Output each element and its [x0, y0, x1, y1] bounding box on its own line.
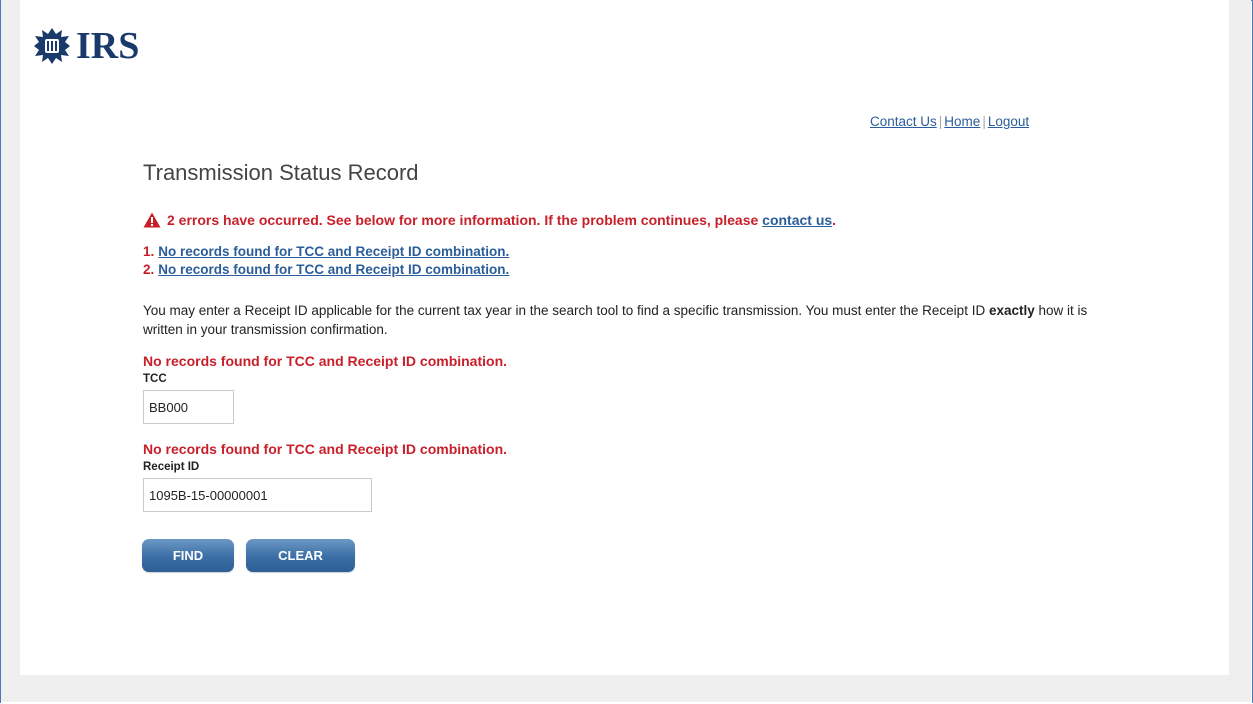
- instructions-text: You may enter a Receipt ID applicable fo…: [143, 301, 1103, 339]
- instructions-emphasis: exactly: [988, 303, 1035, 318]
- error-number: 2.: [143, 262, 155, 277]
- receipt-id-input[interactable]: [143, 478, 372, 512]
- receipt-id-label: Receipt ID: [143, 461, 200, 473]
- logout-link[interactable]: Logout: [988, 114, 1029, 129]
- error-list-item: 1. No records found for TCC and Receipt I…: [143, 244, 509, 262]
- clear-button[interactable]: CLEAR: [246, 539, 355, 572]
- error-summary: 2 errors have occurred. See below for mo…: [143, 212, 836, 228]
- irs-logo-text: IRS: [76, 25, 140, 67]
- home-link[interactable]: Home: [944, 114, 980, 129]
- irs-eagle-icon: [34, 28, 70, 64]
- error-list: 1. No records found for TCC and Receipt I…: [143, 244, 509, 280]
- receipt-id-error-message: No records found for TCC and Receipt ID …: [143, 441, 508, 457]
- header-links: Contact Us | Home | Logout: [870, 114, 1029, 129]
- error-summary-text: 2 errors have occurred. See below for mo…: [167, 212, 759, 228]
- instructions-part: You may enter a Receipt ID applicable fo…: [143, 303, 989, 318]
- contact-us-link[interactable]: Contact Us: [870, 114, 937, 129]
- find-button[interactable]: FIND: [142, 539, 234, 572]
- tcc-input[interactable]: [143, 390, 234, 424]
- tcc-error-message: No records found for TCC and Receipt ID …: [143, 353, 508, 369]
- irs-logo[interactable]: IRS: [32, 24, 139, 68]
- error-summary-period: .: [832, 212, 837, 228]
- page-title: Transmission Status Record: [143, 160, 419, 185]
- contact-us-inline-link[interactable]: contact us: [762, 212, 832, 228]
- error-number: 1.: [143, 244, 155, 259]
- error-link[interactable]: No records found for TCC and Receipt ID …: [158, 244, 509, 259]
- error-list-item: 2. No records found for TCC and Receipt I…: [143, 262, 509, 280]
- link-separator: |: [982, 114, 986, 129]
- error-link[interactable]: No records found for TCC and Receipt ID …: [158, 262, 509, 277]
- warning-triangle-icon: [143, 212, 161, 228]
- tcc-label: TCC: [143, 373, 167, 385]
